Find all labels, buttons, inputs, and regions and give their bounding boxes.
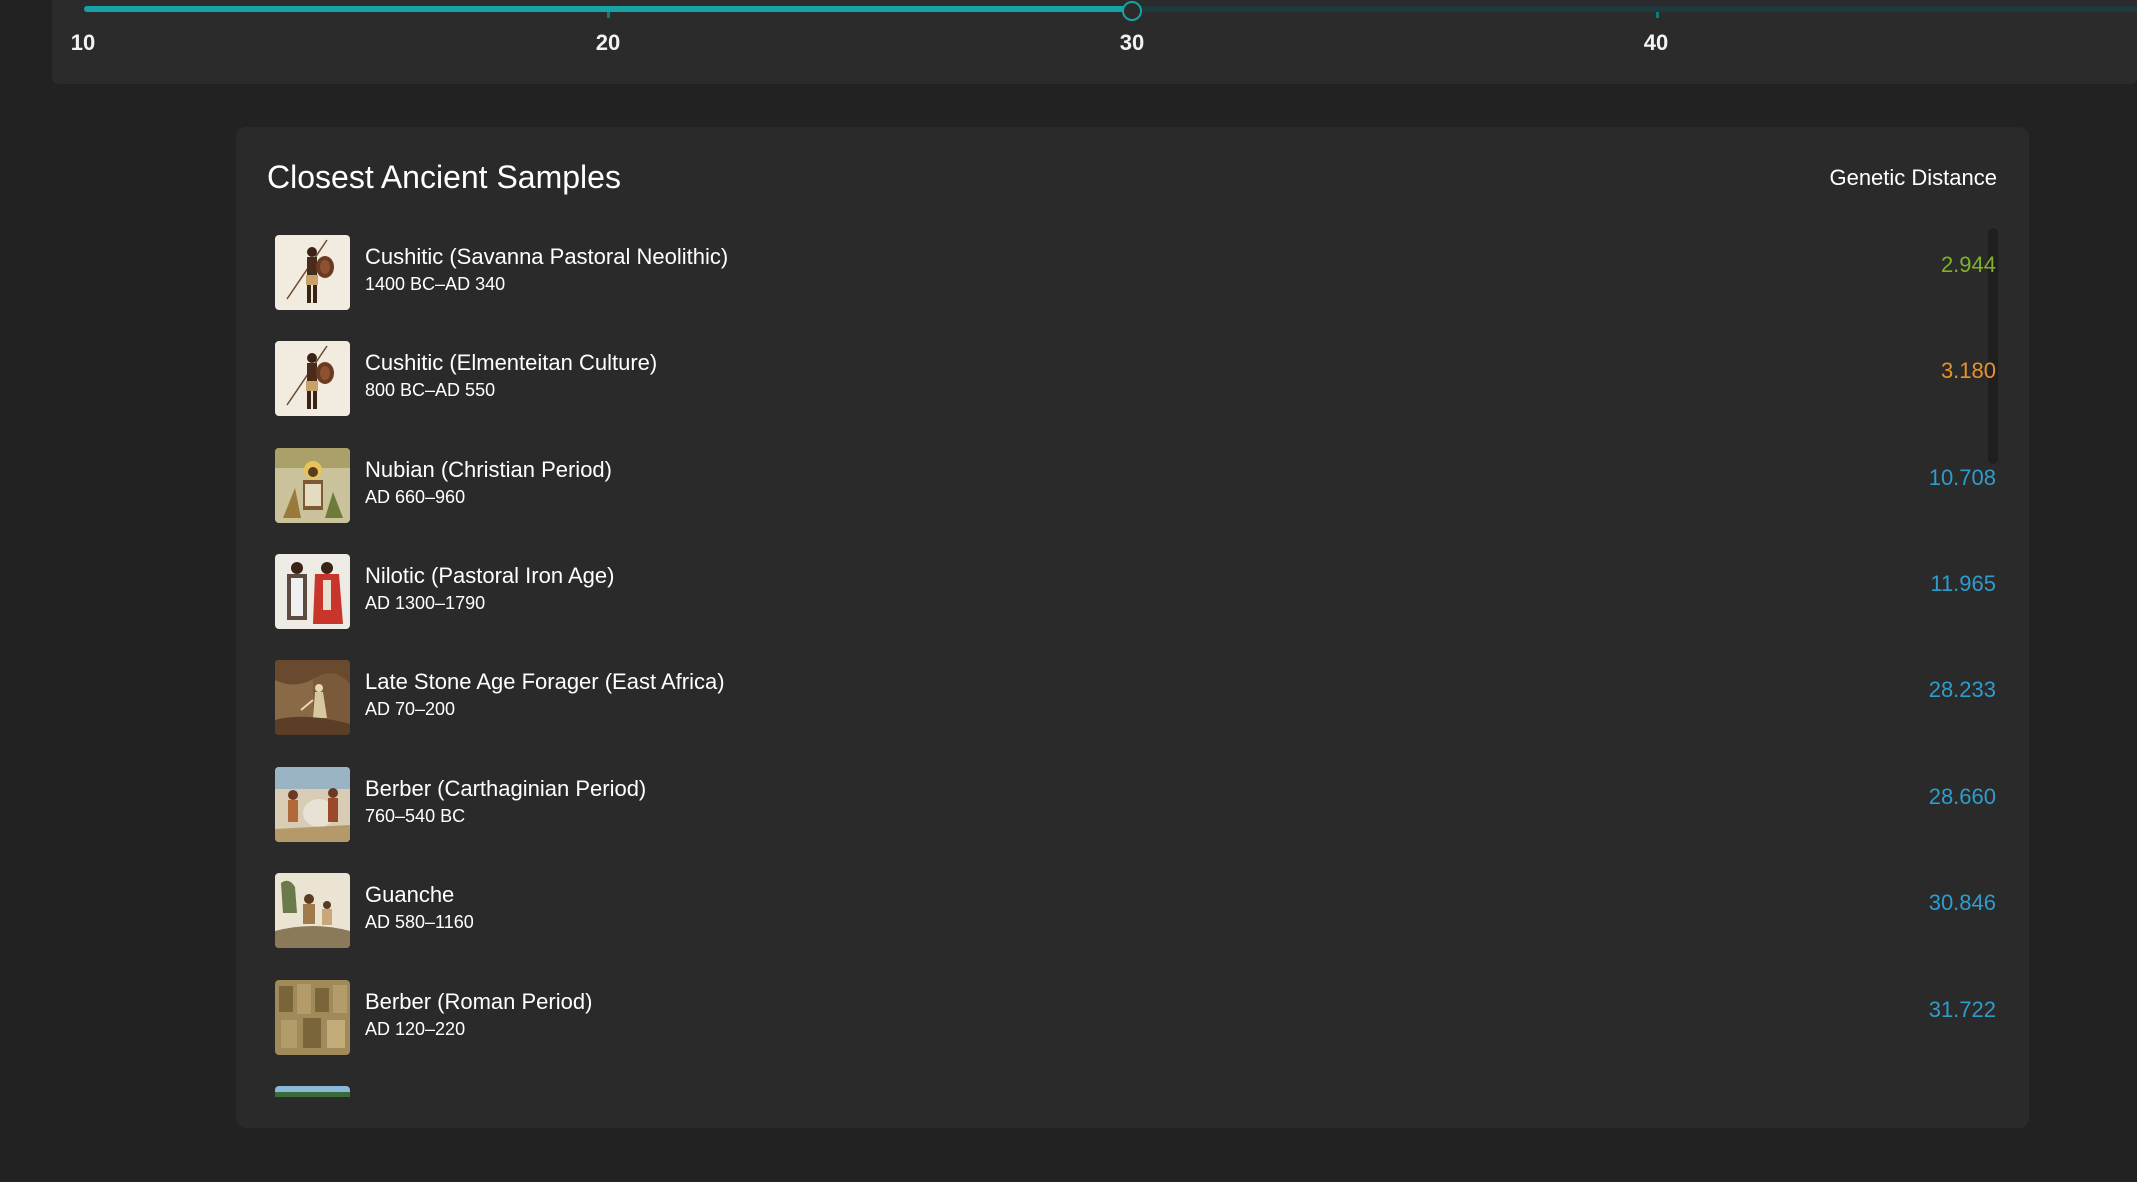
sample-dates: AD 1300–1790 — [365, 593, 486, 613]
sample-thumbnail — [275, 235, 350, 310]
sample-name: Cushitic (Savanna Pastoral Neolithic) — [365, 244, 729, 269]
sample-name: Nilotic (Pastoral Iron Age) — [365, 563, 615, 588]
card-title: Closest Ancient Samples — [267, 159, 621, 195]
slider-tick-label: 10 — [70, 30, 96, 55]
sample-name: Berber (Carthaginian Period) — [365, 776, 647, 801]
sample-dates: 760–540 BC — [365, 806, 466, 826]
sample-thumbnail — [275, 1086, 350, 1097]
slider-tick-label: 30 — [1119, 30, 1145, 55]
sample-distance: 28.233 — [1928, 677, 1996, 702]
sample-row[interactable]: Cushitic (Savanna Pastoral Neolithic) 14… — [236, 227, 1996, 333]
sample-row[interactable]: Guanche AD 580–1160 30.846 — [236, 865, 1996, 971]
sample-name: Guanche — [365, 882, 455, 907]
sample-row[interactable]: Berber (Carthaginian Period) 760–540 BC … — [236, 759, 1996, 865]
slider-tick-mark — [607, 12, 610, 18]
sample-thumbnail — [275, 980, 350, 1055]
sample-distance: 3.180 — [1940, 358, 1996, 383]
sample-name: Berber (Roman Period) — [365, 989, 593, 1014]
generation-slider-panel: 10 20 30 40 — [52, 0, 2137, 84]
sample-thumbnail — [275, 660, 350, 735]
sample-dates: 800 BC–AD 550 — [365, 380, 496, 400]
genetic-distance-header: Genetic Distance — [1829, 165, 1997, 190]
sample-dates: AD 660–960 — [365, 487, 466, 507]
sample-thumbnail — [275, 448, 350, 523]
sample-name: Cushitic (Elmenteitan Culture) — [365, 350, 658, 375]
sample-thumbnail — [275, 341, 350, 416]
sample-distance: 28.660 — [1928, 784, 1996, 809]
sample-row[interactable]: Late Stone Age Forager (East Africa) AD … — [236, 652, 1996, 758]
sample-distance: 31.722 — [1928, 997, 1996, 1022]
slider-tick-label: 20 — [595, 30, 621, 55]
closest-samples-card: Closest Ancient Samples Genetic Distance… — [236, 127, 2029, 1128]
sample-distance: 10.708 — [1928, 465, 1996, 490]
slider-tick-label: 40 — [1643, 30, 1669, 55]
sample-row[interactable]: Cushitic (Elmenteitan Culture) 800 BC–AD… — [236, 333, 1996, 439]
sample-dates: AD 120–220 — [365, 1019, 466, 1039]
sample-row[interactable]: Nubian (Christian Period) AD 660–960 10.… — [236, 440, 1996, 546]
sample-name: Nubian (Christian Period) — [365, 457, 612, 482]
slider-track[interactable] — [84, 1, 2137, 21]
sample-thumbnail — [275, 767, 350, 842]
slider-tick-mark — [1656, 12, 1659, 18]
sample-dates: 1400 BC–AD 340 — [365, 274, 506, 294]
sample-distance: 11.965 — [1930, 571, 1996, 596]
sample-distance: 2.944 — [1940, 252, 1996, 277]
sample-thumbnail — [275, 554, 350, 629]
sample-dates: AD 70–200 — [365, 699, 456, 719]
sample-thumbnail — [275, 873, 350, 948]
sample-row[interactable]: Nilotic (Pastoral Iron Age) AD 1300–1790… — [236, 546, 1996, 652]
slider-thumb[interactable] — [1122, 1, 1142, 21]
sample-row[interactable]: Berber (Roman Period) AD 120–220 31.722 — [236, 972, 1996, 1078]
sample-distance: 30.846 — [1928, 890, 1996, 915]
sample-dates: AD 580–1160 — [365, 912, 474, 932]
sample-row[interactable] — [236, 1078, 1996, 1097]
samples-list: Cushitic (Savanna Pastoral Neolithic) 14… — [236, 227, 2029, 1097]
sample-name: Late Stone Age Forager (East Africa) — [365, 669, 725, 694]
